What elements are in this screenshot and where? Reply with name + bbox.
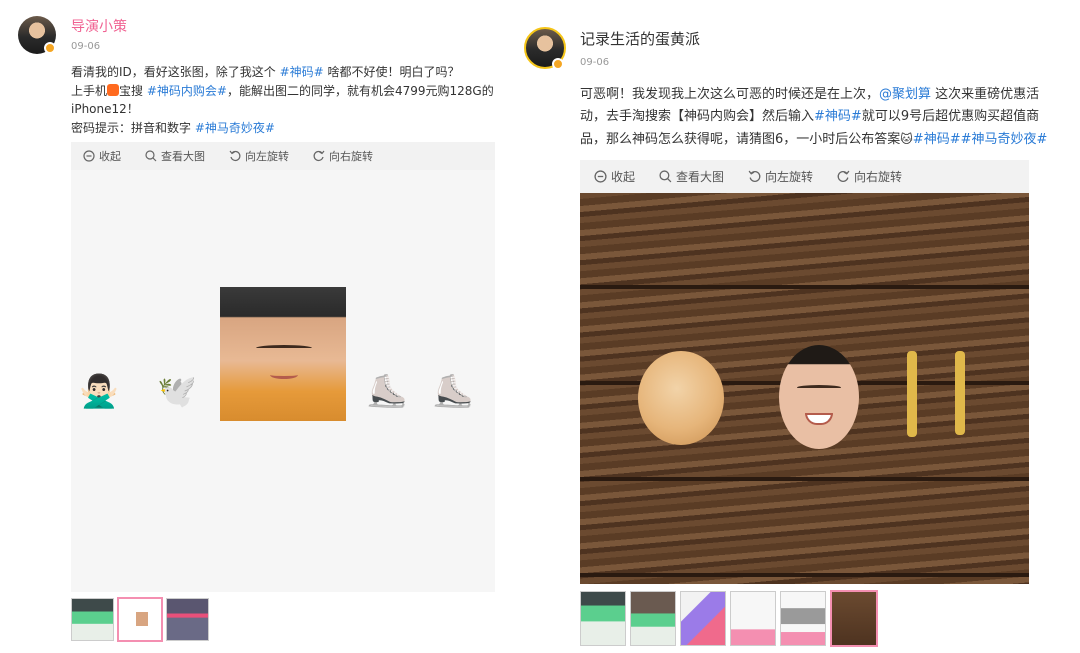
verified-badge-icon — [552, 58, 564, 70]
thumbnail[interactable] — [630, 591, 676, 646]
rotate-right-icon — [313, 150, 325, 161]
hashtag-link[interactable]: #神码# — [280, 65, 324, 79]
face-eyes — [797, 385, 841, 390]
hashtag-link[interactable]: #神码# — [814, 109, 862, 124]
image-toolbar: 收起 查看大图 向左旋转 向右旋转 — [71, 142, 495, 170]
taobao-icon — [107, 83, 120, 96]
thumbnail[interactable] — [166, 598, 209, 641]
image-viewer[interactable]: 🙅🏻‍♂️ 🕊️ ⛸️ ⛸️ — [71, 170, 495, 592]
cat-emoji-icon: 🐱 — [900, 132, 913, 146]
post-body: 可恶啊！我发现我上次这么可恶的时候还是在上次，@聚划算 这次来重磅优惠活 动，去… — [580, 87, 1048, 147]
thumbnail-active[interactable] — [117, 597, 163, 642]
username[interactable]: 导演小策 — [71, 16, 127, 36]
collapse-icon — [594, 170, 607, 183]
rebus-emoji-skate: ⛸️ — [433, 372, 473, 410]
rotate-left-icon — [229, 150, 241, 161]
rebus-emoji-person: 🙅🏻‍♂️ — [79, 372, 119, 410]
collapse-button[interactable]: 收起 — [83, 148, 121, 164]
rotate-left-button[interactable]: 向左旋转 — [229, 148, 289, 164]
face-eyes — [256, 345, 312, 351]
view-large-button[interactable]: 查看大图 — [145, 148, 205, 164]
rebus-face — [779, 345, 859, 449]
search-icon — [659, 170, 672, 183]
thumbnail[interactable] — [730, 591, 776, 646]
rotate-right-icon — [837, 170, 850, 182]
image-viewer[interactable] — [580, 193, 1029, 584]
image-toolbar: 收起 查看大图 向左旋转 向右旋转 — [580, 160, 1029, 193]
view-large-button[interactable]: 查看大图 — [659, 168, 724, 185]
thumbnail[interactable] — [71, 598, 114, 641]
face-mouth — [805, 413, 833, 425]
rotate-left-button[interactable]: 向左旋转 — [748, 168, 813, 185]
thumbnail[interactable] — [580, 591, 626, 646]
post-date: 09-06 — [71, 41, 101, 52]
thumbnail-face — [136, 612, 148, 626]
thumbnail[interactable] — [680, 591, 726, 646]
hashtag-link[interactable]: #神马奇妙夜# — [195, 121, 275, 135]
collapse-button[interactable]: 收起 — [594, 168, 635, 185]
username[interactable]: 记录生活的蛋黄派 — [580, 28, 700, 49]
rebus-fry — [907, 351, 917, 437]
thumbnail-active[interactable] — [830, 590, 878, 647]
hashtag-link[interactable]: #神码内购会# — [147, 84, 227, 98]
mention-link[interactable]: @聚划算 — [879, 87, 931, 102]
verified-badge-icon — [44, 42, 56, 54]
face-mouth — [270, 371, 298, 379]
collapse-icon — [83, 150, 95, 162]
post-date: 09-06 — [580, 57, 610, 68]
rebus-photo-face — [220, 287, 346, 421]
thumbnail[interactable] — [780, 591, 826, 646]
rebus-emoji-dove: 🕊️ — [157, 372, 197, 410]
rebus-emoji-skate: ⛸️ — [367, 372, 407, 410]
search-icon — [145, 150, 157, 162]
post-body: 看清我的ID，看好这张图，除了我这个 #神码# 啥都不好使！明白了吗？ 上手机宝… — [71, 65, 494, 135]
rotate-left-icon — [748, 170, 761, 182]
rotate-right-button[interactable]: 向右旋转 — [313, 148, 373, 164]
rebus-bun — [638, 351, 724, 445]
hashtag-link[interactable]: #神码##神马奇妙夜# — [913, 132, 1048, 147]
rotate-right-button[interactable]: 向右旋转 — [837, 168, 902, 185]
rebus-fry — [955, 351, 965, 435]
